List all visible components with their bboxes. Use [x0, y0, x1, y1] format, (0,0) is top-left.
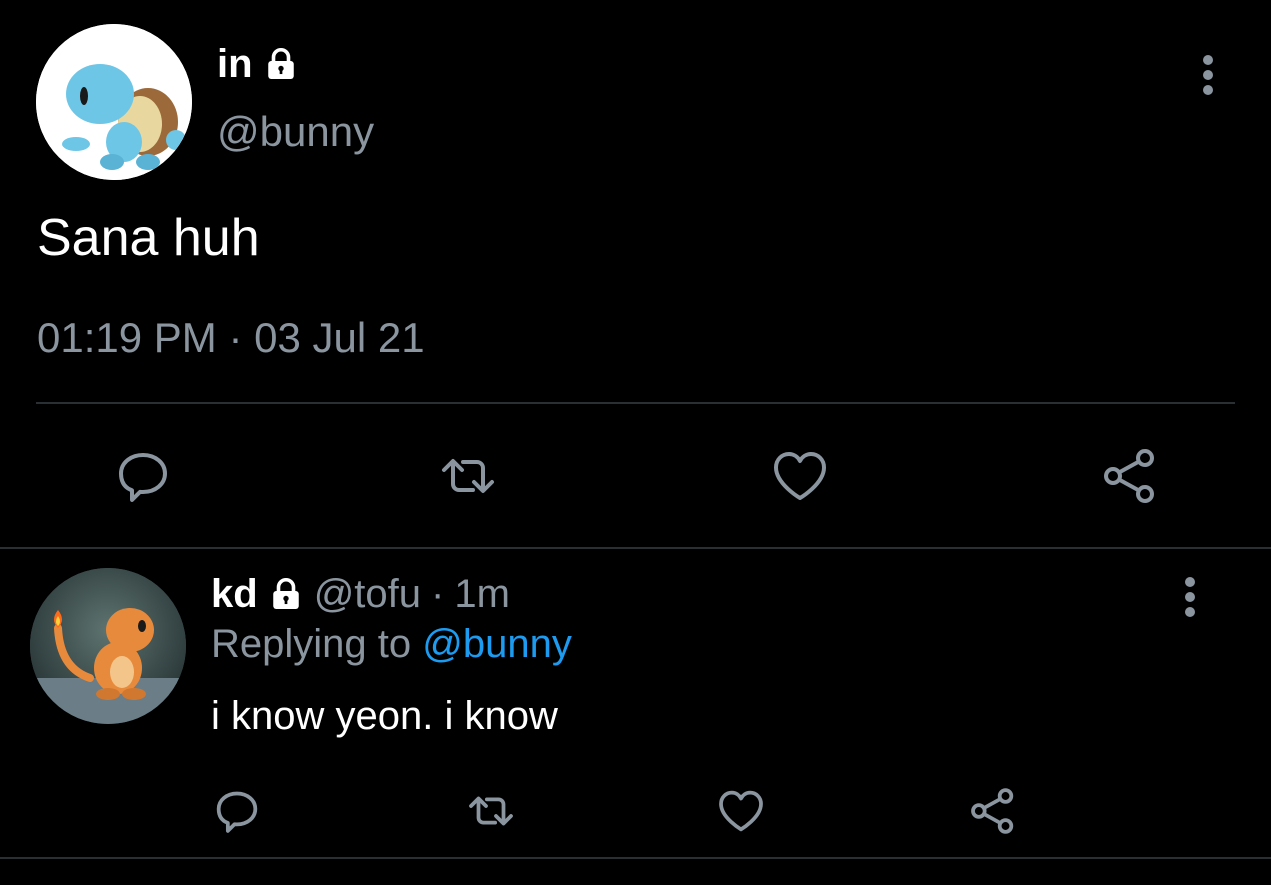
- author-handle[interactable]: @bunny: [217, 108, 374, 156]
- share-icon[interactable]: [968, 786, 1018, 836]
- author-name-row[interactable]: in: [217, 38, 299, 90]
- retweet-icon[interactable]: [466, 786, 516, 836]
- avatar[interactable]: [36, 24, 192, 180]
- reply-icon[interactable]: [212, 786, 262, 836]
- tweet-thread: in @bunny Sana huh 01:19 PM · 03 Jul 21: [0, 0, 1271, 885]
- like-icon[interactable]: [716, 786, 766, 836]
- lock-icon: [268, 576, 304, 612]
- replying-to-link[interactable]: @bunny: [422, 622, 572, 666]
- charmander-avatar-icon: [30, 568, 186, 724]
- tweet-age[interactable]: 1m: [454, 572, 510, 617]
- avatar[interactable]: [30, 568, 186, 724]
- tweet-timestamp[interactable]: 01:19 PM · 03 Jul 21: [37, 314, 425, 362]
- like-icon[interactable]: [770, 446, 830, 506]
- display-name[interactable]: in: [217, 42, 253, 87]
- replying-to-label: Replying to: [211, 622, 412, 666]
- lock-icon: [263, 46, 299, 82]
- divider: [0, 857, 1271, 859]
- retweet-icon[interactable]: [438, 446, 498, 506]
- reply-icon[interactable]: [113, 446, 173, 506]
- display-name[interactable]: kd: [211, 572, 258, 617]
- share-icon[interactable]: [1100, 446, 1160, 506]
- separator: ·: [431, 571, 445, 616]
- squirtle-avatar-icon: [36, 24, 192, 180]
- divider: [36, 402, 1235, 404]
- reply-author-row[interactable]: kd @tofu · 1m: [211, 568, 510, 620]
- author-handle[interactable]: @tofu: [314, 572, 421, 617]
- more-options-icon[interactable]: [1188, 52, 1228, 98]
- replying-to-line: Replying to @bunny: [211, 622, 572, 667]
- divider: [0, 547, 1271, 549]
- more-options-icon[interactable]: [1170, 574, 1210, 620]
- tweet-text: Sana huh: [37, 209, 260, 267]
- tweet-text: i know yeon. i know: [211, 694, 558, 738]
